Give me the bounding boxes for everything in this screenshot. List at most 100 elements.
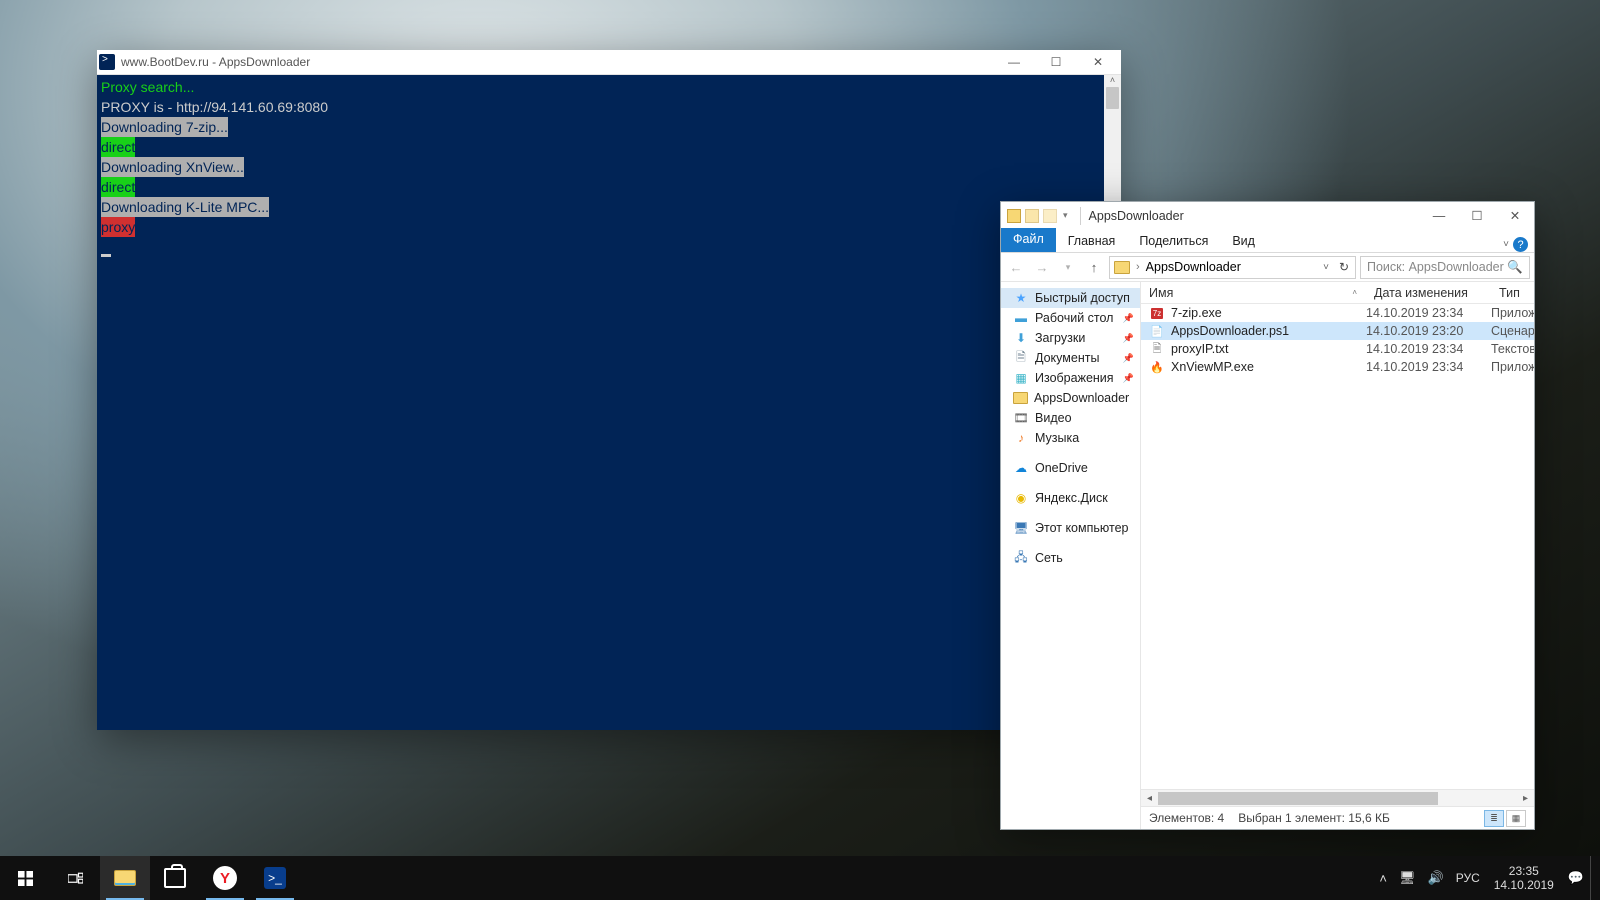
- downloads-icon: ⬇: [1013, 331, 1029, 345]
- tab-home[interactable]: Главная: [1056, 230, 1128, 252]
- file-name: 7-zip.exe: [1171, 306, 1222, 320]
- powershell-icon: [99, 54, 115, 70]
- address-dropdown-icon[interactable]: ˅: [1321, 262, 1331, 273]
- nav-up-icon[interactable]: ↑: [1083, 260, 1105, 275]
- sidebar-item-pictures[interactable]: ▦Изображения📌: [1001, 368, 1140, 388]
- horizontal-scrollbar[interactable]: ◂ ▸: [1141, 789, 1534, 806]
- file-date: 14.10.2019 23:20: [1366, 324, 1491, 338]
- minimize-button[interactable]: —: [993, 50, 1035, 75]
- folder-icon: [1013, 392, 1028, 404]
- desktop: www.BootDev.ru - AppsDownloader — ☐ ✕ Pr…: [0, 0, 1600, 900]
- scroll-thumb[interactable]: [1106, 87, 1119, 109]
- file-row[interactable]: 7z7-zip.exe14.10.2019 23:34Приложе: [1141, 304, 1534, 322]
- network-icon: 🖧: [1013, 551, 1029, 565]
- powershell-window: www.BootDev.ru - AppsDownloader — ☐ ✕ Pr…: [97, 50, 1121, 730]
- search-icon[interactable]: 🔍: [1507, 260, 1523, 275]
- video-icon: 🎞: [1013, 411, 1029, 425]
- nav-back-icon[interactable]: ←: [1005, 260, 1027, 275]
- view-icons-button[interactable]: ▦: [1506, 810, 1526, 827]
- windows-icon: [18, 871, 33, 886]
- tray-language[interactable]: РУС: [1450, 871, 1486, 885]
- pin-icon: 📌: [1123, 373, 1134, 384]
- taskbar-store[interactable]: [150, 856, 200, 900]
- pin-icon: 📌: [1123, 333, 1134, 344]
- tab-file[interactable]: Файл: [1001, 228, 1056, 252]
- explorer-titlebar[interactable]: ▾ AppsDownloader — ☐ ✕: [1001, 202, 1534, 229]
- window-title: AppsDownloader: [1083, 209, 1184, 223]
- scroll-left-icon[interactable]: ◂: [1141, 793, 1158, 804]
- tray-clock[interactable]: 23:35 14.10.2019: [1486, 864, 1562, 892]
- start-button[interactable]: [0, 856, 50, 900]
- breadcrumb[interactable]: AppsDownloader: [1146, 260, 1241, 274]
- taskbar-explorer[interactable]: [100, 856, 150, 900]
- show-desktop-button[interactable]: [1590, 856, 1596, 900]
- taskbar-powershell[interactable]: >_: [250, 856, 300, 900]
- maximize-button[interactable]: ☐: [1458, 202, 1496, 229]
- nav-recent-icon[interactable]: ▾: [1057, 262, 1079, 273]
- sidebar-item-network[interactable]: 🖧Сеть: [1001, 548, 1140, 568]
- sidebar-item-video[interactable]: 🎞Видео: [1001, 408, 1140, 428]
- powershell-icon: >_: [264, 867, 286, 889]
- address-bar[interactable]: › AppsDownloader ˅ ↻: [1109, 256, 1356, 279]
- minimize-button[interactable]: —: [1420, 202, 1458, 229]
- file-icon: 🗎: [1149, 341, 1165, 357]
- file-name: XnViewMP.exe: [1171, 360, 1254, 374]
- close-button[interactable]: ✕: [1077, 50, 1119, 75]
- tray-chevron-icon[interactable]: ˄: [1373, 871, 1393, 886]
- maximize-button[interactable]: ☐: [1035, 50, 1077, 75]
- scroll-right-icon[interactable]: ▸: [1517, 793, 1534, 804]
- ps-title: www.BootDev.ru - AppsDownloader: [121, 55, 310, 69]
- file-pane: Имя˄ Дата изменения Тип 7z7-zip.exe14.10…: [1141, 282, 1534, 829]
- qat-icon[interactable]: [1025, 209, 1039, 223]
- close-button[interactable]: ✕: [1496, 202, 1534, 229]
- file-row[interactable]: 🔥XnViewMP.exe14.10.2019 23:34Приложе: [1141, 358, 1534, 376]
- qat-chevron-icon[interactable]: ▾: [1059, 210, 1072, 221]
- tab-share[interactable]: Поделиться: [1127, 230, 1220, 252]
- sidebar-item-onedrive[interactable]: ☁OneDrive: [1001, 458, 1140, 478]
- file-row[interactable]: 🗎proxyIP.txt14.10.2019 23:34Текстовы: [1141, 340, 1534, 358]
- tab-view[interactable]: Вид: [1220, 230, 1267, 252]
- sidebar-item-apps[interactable]: AppsDownloader: [1001, 388, 1140, 408]
- col-name[interactable]: Имя˄: [1141, 286, 1366, 300]
- tray-network-icon[interactable]: 🖥: [1393, 870, 1422, 886]
- sidebar-item-yandex[interactable]: ◉Яндекс.Диск: [1001, 488, 1140, 508]
- ps-titlebar[interactable]: www.BootDev.ru - AppsDownloader — ☐ ✕: [97, 50, 1121, 75]
- folder-icon: [1007, 209, 1021, 223]
- tray-volume-icon[interactable]: 🔊: [1422, 870, 1450, 886]
- file-row[interactable]: 📄AppsDownloader.ps114.10.2019 23:20Сцена…: [1141, 322, 1534, 340]
- help-icon[interactable]: ?: [1513, 237, 1528, 252]
- status-selected: Выбран 1 элемент: 15,6 КБ: [1238, 811, 1390, 825]
- terminal-output[interactable]: Proxy search...PROXY is - http://94.141.…: [97, 75, 1104, 730]
- sidebar-item-documents[interactable]: 🗎Документы📌: [1001, 348, 1140, 368]
- refresh-icon[interactable]: ↻: [1337, 260, 1351, 274]
- onedrive-icon: ☁: [1013, 461, 1029, 475]
- file-date: 14.10.2019 23:34: [1366, 342, 1491, 356]
- taskbar-yandex[interactable]: Y: [200, 856, 250, 900]
- search-placeholder: Поиск: AppsDownloader: [1367, 260, 1504, 274]
- taskview-button[interactable]: [50, 856, 100, 900]
- hscroll-thumb[interactable]: [1158, 792, 1438, 805]
- sidebar-item-quick[interactable]: ★Быстрый доступ: [1001, 288, 1140, 308]
- file-list[interactable]: 7z7-zip.exe14.10.2019 23:34Приложе📄AppsD…: [1141, 304, 1534, 789]
- desktop-icon: ▬: [1013, 311, 1029, 325]
- qat-icon-2[interactable]: [1043, 209, 1057, 223]
- pictures-icon: ▦: [1013, 371, 1029, 385]
- taskbar: Y >_ ˄ 🖥 🔊 РУС 23:35 14.10.2019 💬: [0, 856, 1600, 900]
- search-input[interactable]: Поиск: AppsDownloader 🔍: [1360, 256, 1530, 279]
- tray-notifications-icon[interactable]: 💬: [1562, 870, 1590, 886]
- sidebar-item-music[interactable]: ♪Музыка: [1001, 428, 1140, 448]
- sidebar-item-downloads[interactable]: ⬇Загрузки📌: [1001, 328, 1140, 348]
- scroll-up-icon[interactable]: ˄: [1110, 75, 1115, 85]
- ribbon-expand-icon[interactable]: ˅: [1503, 239, 1509, 250]
- col-date[interactable]: Дата изменения: [1366, 286, 1491, 300]
- clock-date: 14.10.2019: [1494, 878, 1554, 892]
- sidebar-item-thispc[interactable]: 🖥Этот компьютер: [1001, 518, 1140, 538]
- taskview-icon: [68, 871, 83, 886]
- sidebar-item-desktop[interactable]: ▬Рабочий стол📌: [1001, 308, 1140, 328]
- view-details-button[interactable]: ≣: [1484, 810, 1504, 827]
- col-type[interactable]: Тип: [1491, 286, 1534, 300]
- yandex-icon: Y: [213, 866, 237, 890]
- file-type: Приложе: [1491, 360, 1534, 374]
- file-name: proxyIP.txt: [1171, 342, 1228, 356]
- nav-fwd-icon[interactable]: →: [1031, 260, 1053, 275]
